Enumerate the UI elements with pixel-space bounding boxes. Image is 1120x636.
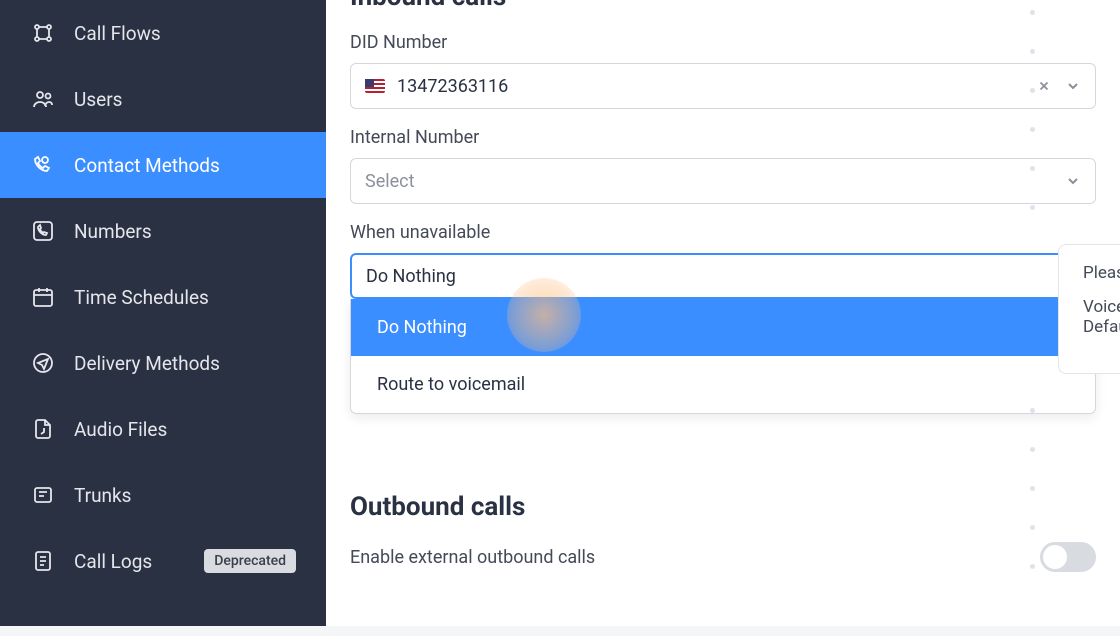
sidebar-item-contact-methods[interactable]: Contact Methods xyxy=(0,132,326,198)
calendar-icon xyxy=(30,284,56,310)
users-icon xyxy=(30,86,56,112)
when-unavailable-value: Do Nothing xyxy=(366,266,456,287)
deprecated-badge: Deprecated xyxy=(204,549,296,573)
sidebar-item-call-logs[interactable]: Call Logs Deprecated xyxy=(0,528,326,594)
internal-number-label: Internal Number xyxy=(350,127,1096,148)
sidebar-item-users[interactable]: Users xyxy=(0,66,326,132)
did-number-value: 13472363116 xyxy=(397,76,508,97)
logs-icon xyxy=(30,548,56,574)
chevron-down-icon[interactable] xyxy=(1065,78,1081,94)
sidebar-item-trunks[interactable]: Trunks xyxy=(0,462,326,528)
option-route-voicemail[interactable]: Route to voicemail xyxy=(351,356,1095,413)
outbound-toggle-label: Enable external outbound calls xyxy=(350,547,595,568)
internal-number-select[interactable]: Select xyxy=(350,158,1096,204)
sidebar-item-label: Delivery Methods xyxy=(74,352,220,375)
sidebar-item-label: Trunks xyxy=(74,484,131,507)
tooltip-line: Please xyxy=(1083,263,1120,283)
trunks-icon xyxy=(30,482,56,508)
sidebar-item-label: Users xyxy=(74,88,122,111)
did-number-select[interactable]: 13472363116 xyxy=(350,63,1096,109)
numbers-icon xyxy=(30,218,56,244)
inbound-calls-title: Inbound calls xyxy=(350,0,1096,12)
sidebar-item-audio-files[interactable]: Audio Files xyxy=(0,396,326,462)
sidebar-item-call-flows[interactable]: Call Flows xyxy=(0,0,326,66)
contact-methods-icon xyxy=(30,152,56,178)
sidebar: Call Flows Users Contact Methods Numbers… xyxy=(0,0,326,626)
sidebar-item-label: Audio Files xyxy=(74,418,167,441)
clear-icon[interactable] xyxy=(1037,79,1051,93)
sidebar-item-label: Contact Methods xyxy=(74,154,220,177)
when-unavailable-label: When unavailable xyxy=(350,222,1096,243)
sidebar-item-label: Call Logs xyxy=(74,550,152,573)
flow-icon xyxy=(30,20,56,46)
sidebar-item-numbers[interactable]: Numbers xyxy=(0,198,326,264)
when-unavailable-dropdown: Do Nothing Route to voicemail xyxy=(350,299,1096,414)
option-do-nothing[interactable]: Do Nothing xyxy=(351,299,1095,356)
sidebar-item-label: Call Flows xyxy=(74,22,161,45)
outbound-toggle[interactable] xyxy=(1040,542,1096,572)
did-number-label: DID Number xyxy=(350,32,1096,53)
when-unavailable-select[interactable]: Do Nothing xyxy=(350,253,1096,299)
sidebar-item-label: Numbers xyxy=(74,220,152,243)
sidebar-item-label: Time Schedules xyxy=(74,286,209,309)
us-flag-icon xyxy=(365,79,385,93)
sidebar-item-time-schedules[interactable]: Time Schedules xyxy=(0,264,326,330)
chevron-down-icon[interactable] xyxy=(1065,173,1081,189)
tooltip-line: Voice xyxy=(1083,297,1120,317)
tooltip-line: Defau xyxy=(1083,317,1120,337)
outbound-calls-title: Outbound calls xyxy=(350,492,1096,522)
internal-number-placeholder: Select xyxy=(365,171,414,192)
main-content: Inbound calls DID Number 13472363116 Int… xyxy=(326,0,1120,626)
help-tooltip: Please Voice Defau xyxy=(1058,244,1120,374)
sidebar-item-delivery-methods[interactable]: Delivery Methods xyxy=(0,330,326,396)
send-icon xyxy=(30,350,56,376)
decorative-dots xyxy=(1030,10,1035,636)
audio-file-icon xyxy=(30,416,56,442)
